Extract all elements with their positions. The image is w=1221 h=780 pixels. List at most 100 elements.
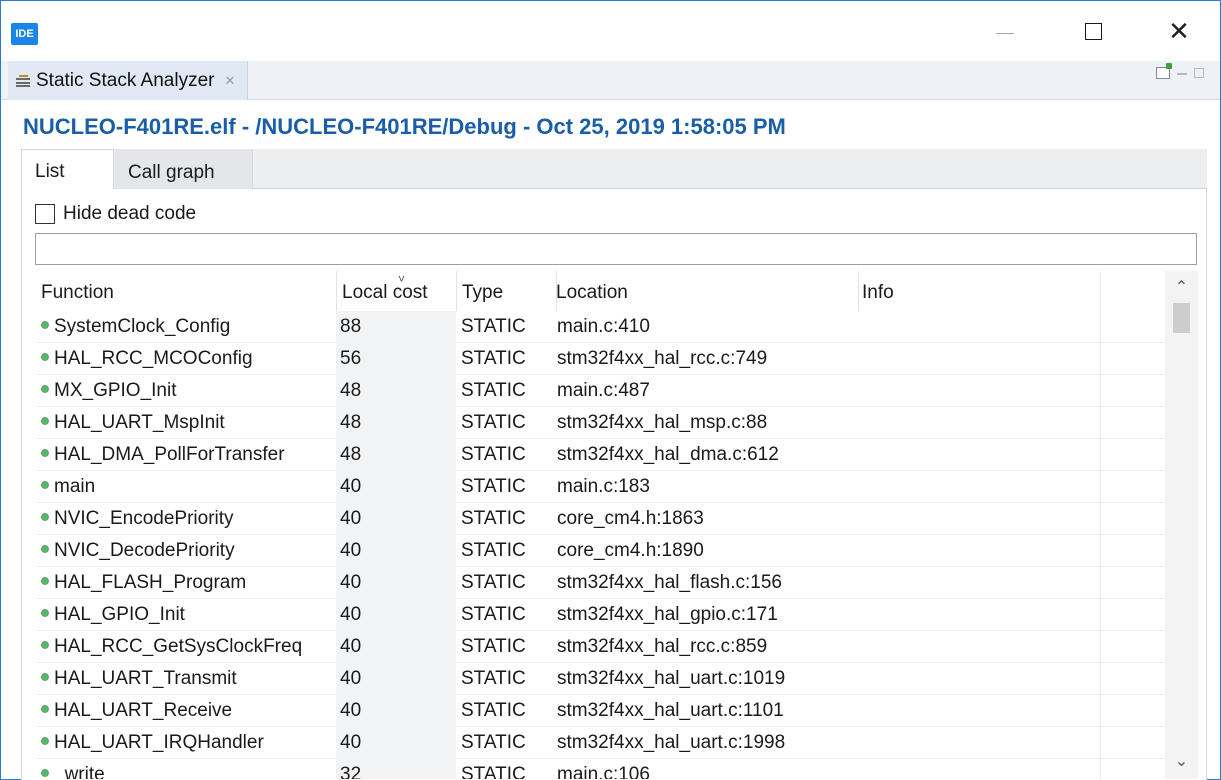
table-row[interactable]: NVIC_EncodePriority 40 STATIC core_cm4.h:18… <box>35 503 1165 535</box>
scrollbar-thumb[interactable] <box>1173 303 1190 333</box>
export-icon[interactable] <box>1156 63 1172 79</box>
cell-type-text: STATIC <box>461 700 526 721</box>
cell-local-cost-text: 48 <box>340 380 362 401</box>
close-button[interactable]: ✕ <box>1151 11 1207 51</box>
maximize-icon <box>1084 22 1102 40</box>
cell-function-text: NVIC_DecodePriority <box>54 540 235 561</box>
cell-local-cost: 40 <box>336 471 456 503</box>
cell-type-text: STATIC <box>461 476 526 497</box>
vertical-scrollbar[interactable]: ⌃ ⌄ <box>1165 271 1198 779</box>
column-header-type[interactable]: Type <box>456 271 503 311</box>
cell-info <box>858 343 1100 375</box>
cell-location: main.c:487 <box>556 375 858 407</box>
minimize-icon <box>996 32 1014 34</box>
table-row[interactable]: HAL_GPIO_Init 40 STATIC stm32f4xx_hal_gpio.… <box>35 599 1165 631</box>
table-row[interactable]: HAL_RCC_GetSysClockFreq 40 STATIC stm32f4xx… <box>35 631 1165 663</box>
green-dot-icon <box>41 545 49 553</box>
subtab-strip: List Call graph <box>21 149 1207 190</box>
cell-function-text: HAL_RCC_GetSysClockFreq <box>54 636 303 657</box>
cell-function: HAL_GPIO_Init <box>35 599 335 631</box>
scroll-up-icon[interactable]: ⌃ <box>1165 273 1198 303</box>
filter-input[interactable] <box>35 233 1197 265</box>
cell-info <box>858 471 1100 503</box>
ide-window: IDE ✕ Static Stack Analyzer ✕ NUCLEO-F40… <box>0 0 1221 780</box>
cell-local-cost-text: 88 <box>340 316 362 337</box>
cell-type-text: STATIC <box>461 668 526 689</box>
tab-static-stack-analyzer[interactable]: Static Stack Analyzer ✕ <box>8 61 249 100</box>
table-row[interactable]: HAL_UART_Receive 40 STATIC stm32f4xx_hal_ua… <box>35 695 1165 727</box>
cell-location-text: stm32f4xx_hal_uart.c:1019 <box>557 668 786 689</box>
cell-location-text: stm32f4xx_hal_gpio.c:171 <box>557 604 778 625</box>
cell-info <box>858 503 1100 535</box>
cell-function-text: HAL_FLASH_Program <box>54 572 247 593</box>
cell-type-text: STATIC <box>461 380 526 401</box>
cell-type: STATIC <box>456 631 556 663</box>
cell-function: HAL_FLASH_Program <box>35 567 335 599</box>
cell-type: STATIC <box>456 407 556 439</box>
column-header-info[interactable]: Info <box>856 271 894 311</box>
scroll-down-icon[interactable]: ⌄ <box>1165 747 1198 777</box>
cell-type: STATIC <box>456 695 556 727</box>
cell-function: HAL_UART_MspInit <box>35 407 335 439</box>
cell-local-cost: 32 <box>336 759 456 779</box>
table-row[interactable]: HAL_UART_MspInit 48 STATIC stm32f4xx_hal_ms… <box>35 407 1165 439</box>
table-row[interactable]: HAL_UART_IRQHandler 40 STATIC stm32f4xx_hal… <box>35 727 1165 759</box>
table-row[interactable]: HAL_DMA_PollForTransfer 48 STATIC stm32f4xx… <box>35 439 1165 471</box>
maximize-button[interactable] <box>1065 11 1121 51</box>
table-row[interactable]: MX_GPIO_Init 48 STATIC main.c:487 <box>35 375 1165 407</box>
hide-dead-code-option[interactable]: Hide dead code <box>35 203 196 225</box>
cell-function-text: MX_GPIO_Init <box>54 380 177 401</box>
table-row[interactable]: HAL_FLASH_Program 40 STATIC stm32f4xx_hal_f… <box>35 567 1165 599</box>
cell-type-text: STATIC <box>461 348 526 369</box>
cell-local-cost: 56 <box>336 343 456 375</box>
column-header-function[interactable]: Function <box>35 271 114 311</box>
cell-info <box>858 439 1100 471</box>
cell-type: STATIC <box>456 311 556 343</box>
cell-function-text: HAL_UART_IRQHandler <box>54 732 264 753</box>
cell-local-cost-text: 40 <box>340 636 362 657</box>
cell-location: core_cm4.h:1890 <box>556 535 858 567</box>
cell-type: STATIC <box>456 343 556 375</box>
cell-type-text: STATIC <box>461 764 526 779</box>
green-dot-icon <box>41 513 49 521</box>
cell-location: main.c:410 <box>556 311 858 343</box>
table-row[interactable]: NVIC_DecodePriority 40 STATIC core_cm4.h:18… <box>35 535 1165 567</box>
cell-local-cost: 40 <box>336 727 456 759</box>
column-header-location[interactable]: Location <box>550 271 628 311</box>
cell-function: HAL_DMA_PollForTransfer <box>35 439 335 471</box>
ide-logo-icon: IDE <box>11 23 38 45</box>
table-header: Function Local cost ˅ Type Location Info <box>35 271 1165 311</box>
cell-local-cost: 88 <box>336 311 456 343</box>
cell-info <box>858 663 1100 695</box>
cell-info <box>858 535 1100 567</box>
cell-function: HAL_UART_Receive <box>35 695 335 727</box>
cell-location-text: stm32f4xx_hal_flash.c:156 <box>557 572 782 593</box>
cell-function: main <box>35 471 335 503</box>
cell-location: main.c:106 <box>556 759 858 779</box>
cell-type-text: STATIC <box>461 604 526 625</box>
table-row[interactable]: SystemClock_Config 88 STATIC main.c:410 <box>35 311 1165 343</box>
view-minimize-icon[interactable] <box>1177 73 1187 75</box>
green-dot-icon <box>41 321 49 329</box>
tab-list[interactable]: List <box>21 149 114 190</box>
cell-local-cost-text: 40 <box>340 700 362 721</box>
table-row[interactable]: HAL_RCC_MCOConfig 56 STATIC stm32f4xx_hal_r… <box>35 343 1165 375</box>
table-row[interactable]: HAL_UART_Transmit 40 STATIC stm32f4xx_hal_u… <box>35 663 1165 695</box>
cell-local-cost-text: 56 <box>340 348 362 369</box>
cell-type-text: STATIC <box>461 444 526 465</box>
cell-function-text: HAL_UART_Receive <box>54 700 233 721</box>
tab-close-icon[interactable]: ✕ <box>224 73 235 89</box>
tab-call-graph[interactable]: Call graph <box>115 149 253 189</box>
column-header-local-cost[interactable]: Local cost <box>336 271 428 311</box>
cell-location: stm32f4xx_hal_uart.c:1998 <box>556 727 858 759</box>
cell-local-cost-text: 40 <box>340 668 362 689</box>
cell-type: STATIC <box>456 471 556 503</box>
minimize-button[interactable] <box>977 11 1033 51</box>
table-row[interactable]: _write 32 STATIC main.c:106 <box>35 759 1165 779</box>
table-row[interactable]: main 40 STATIC main.c:183 <box>35 471 1165 503</box>
green-dot-icon <box>41 385 49 393</box>
cell-local-cost-text: 40 <box>340 540 362 561</box>
cell-location: stm32f4xx_hal_dma.c:612 <box>556 439 858 471</box>
view-maximize-icon[interactable] <box>1194 68 1204 78</box>
hide-dead-code-checkbox[interactable] <box>35 204 55 224</box>
